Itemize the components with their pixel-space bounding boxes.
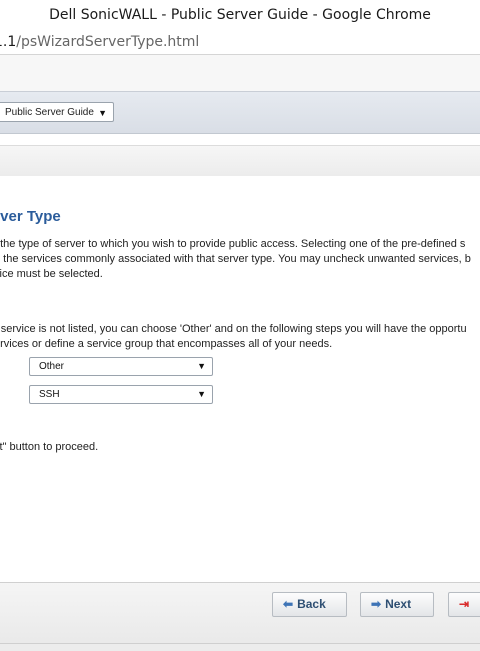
next-button-label: Next [385,597,412,611]
service-select[interactable]: SSH ▼ [29,385,213,404]
main-content: erver Type t the type of server to which… [0,176,480,581]
page-title: erver Type [0,208,61,225]
arrow-left-icon: ⬅ [283,597,294,611]
guide-select[interactable]: Public Server Guide ▼ [0,102,114,122]
chevron-down-icon: ▼ [197,361,206,371]
back-button-label: Back [297,597,326,611]
exit-icon: ⇥ [459,597,470,611]
exit-button[interactable]: ⇥ [448,592,480,617]
other-service-paragraph: r service is not listed, you can choose … [0,322,480,352]
arrow-right-icon: ➡ [371,597,382,611]
wizard-footer: ⬅ Back ➡ Next ⇥ [0,582,480,651]
description-line: o the services commonly associated with … [0,253,471,265]
chevron-down-icon: ▼ [98,108,107,118]
wizard-header-bar: Public Server Guide ▼ [0,91,480,134]
description-line: r service is not listed, you can choose … [0,323,467,335]
description-line: ervices or define a service group that e… [0,338,333,350]
next-button[interactable]: ➡ Next [360,592,434,617]
toolbar-strip [0,55,480,91]
description-line: vice must be selected. [0,268,103,280]
server-type-value: Other [39,361,65,372]
service-value: SSH [39,389,60,400]
description-paragraph: t the type of server to which you wish t… [0,237,480,282]
chevron-down-icon: ▼ [197,389,206,399]
proceed-instruction: xt" button to proceed. [0,441,99,453]
address-url-path: /psWizardServerType.html [16,34,200,50]
address-url: 1.1/psWizardServerType.html [0,30,199,54]
description-line: t the type of server to which you wish t… [0,238,466,250]
address-bar[interactable]: 1.1/psWizardServerType.html [0,30,480,55]
window-title: Dell SonicWALL - Public Server Guide - G… [0,0,480,31]
address-url-prefix: 1.1 [0,34,17,50]
server-type-select[interactable]: Other ▼ [29,357,213,376]
section-separator [0,145,480,177]
back-button[interactable]: ⬅ Back [272,592,347,617]
guide-select-value: Public Server Guide [5,107,94,118]
